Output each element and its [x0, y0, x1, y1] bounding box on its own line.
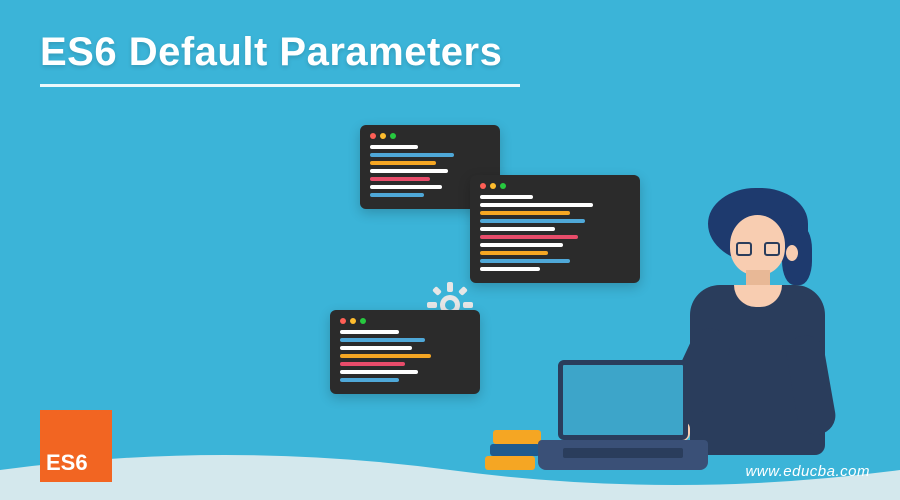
laptop-keys — [563, 448, 683, 458]
glasses-icon — [736, 242, 780, 252]
code-window-3 — [330, 310, 480, 394]
illustration-scene — [300, 120, 860, 500]
book-3 — [493, 430, 541, 444]
person-ear — [786, 245, 798, 261]
laptop-screen — [558, 360, 688, 440]
page-title: ES6 Default Parameters — [40, 30, 502, 75]
laptop — [538, 360, 708, 470]
es6-logo-text: ES6 — [46, 450, 88, 476]
es6-logo: ES6 — [40, 410, 112, 482]
book-1 — [485, 456, 535, 470]
website-url: www.educba.com — [745, 463, 870, 480]
book-2 — [490, 444, 540, 456]
code-lines-3 — [340, 330, 470, 382]
title-underline — [40, 84, 520, 87]
